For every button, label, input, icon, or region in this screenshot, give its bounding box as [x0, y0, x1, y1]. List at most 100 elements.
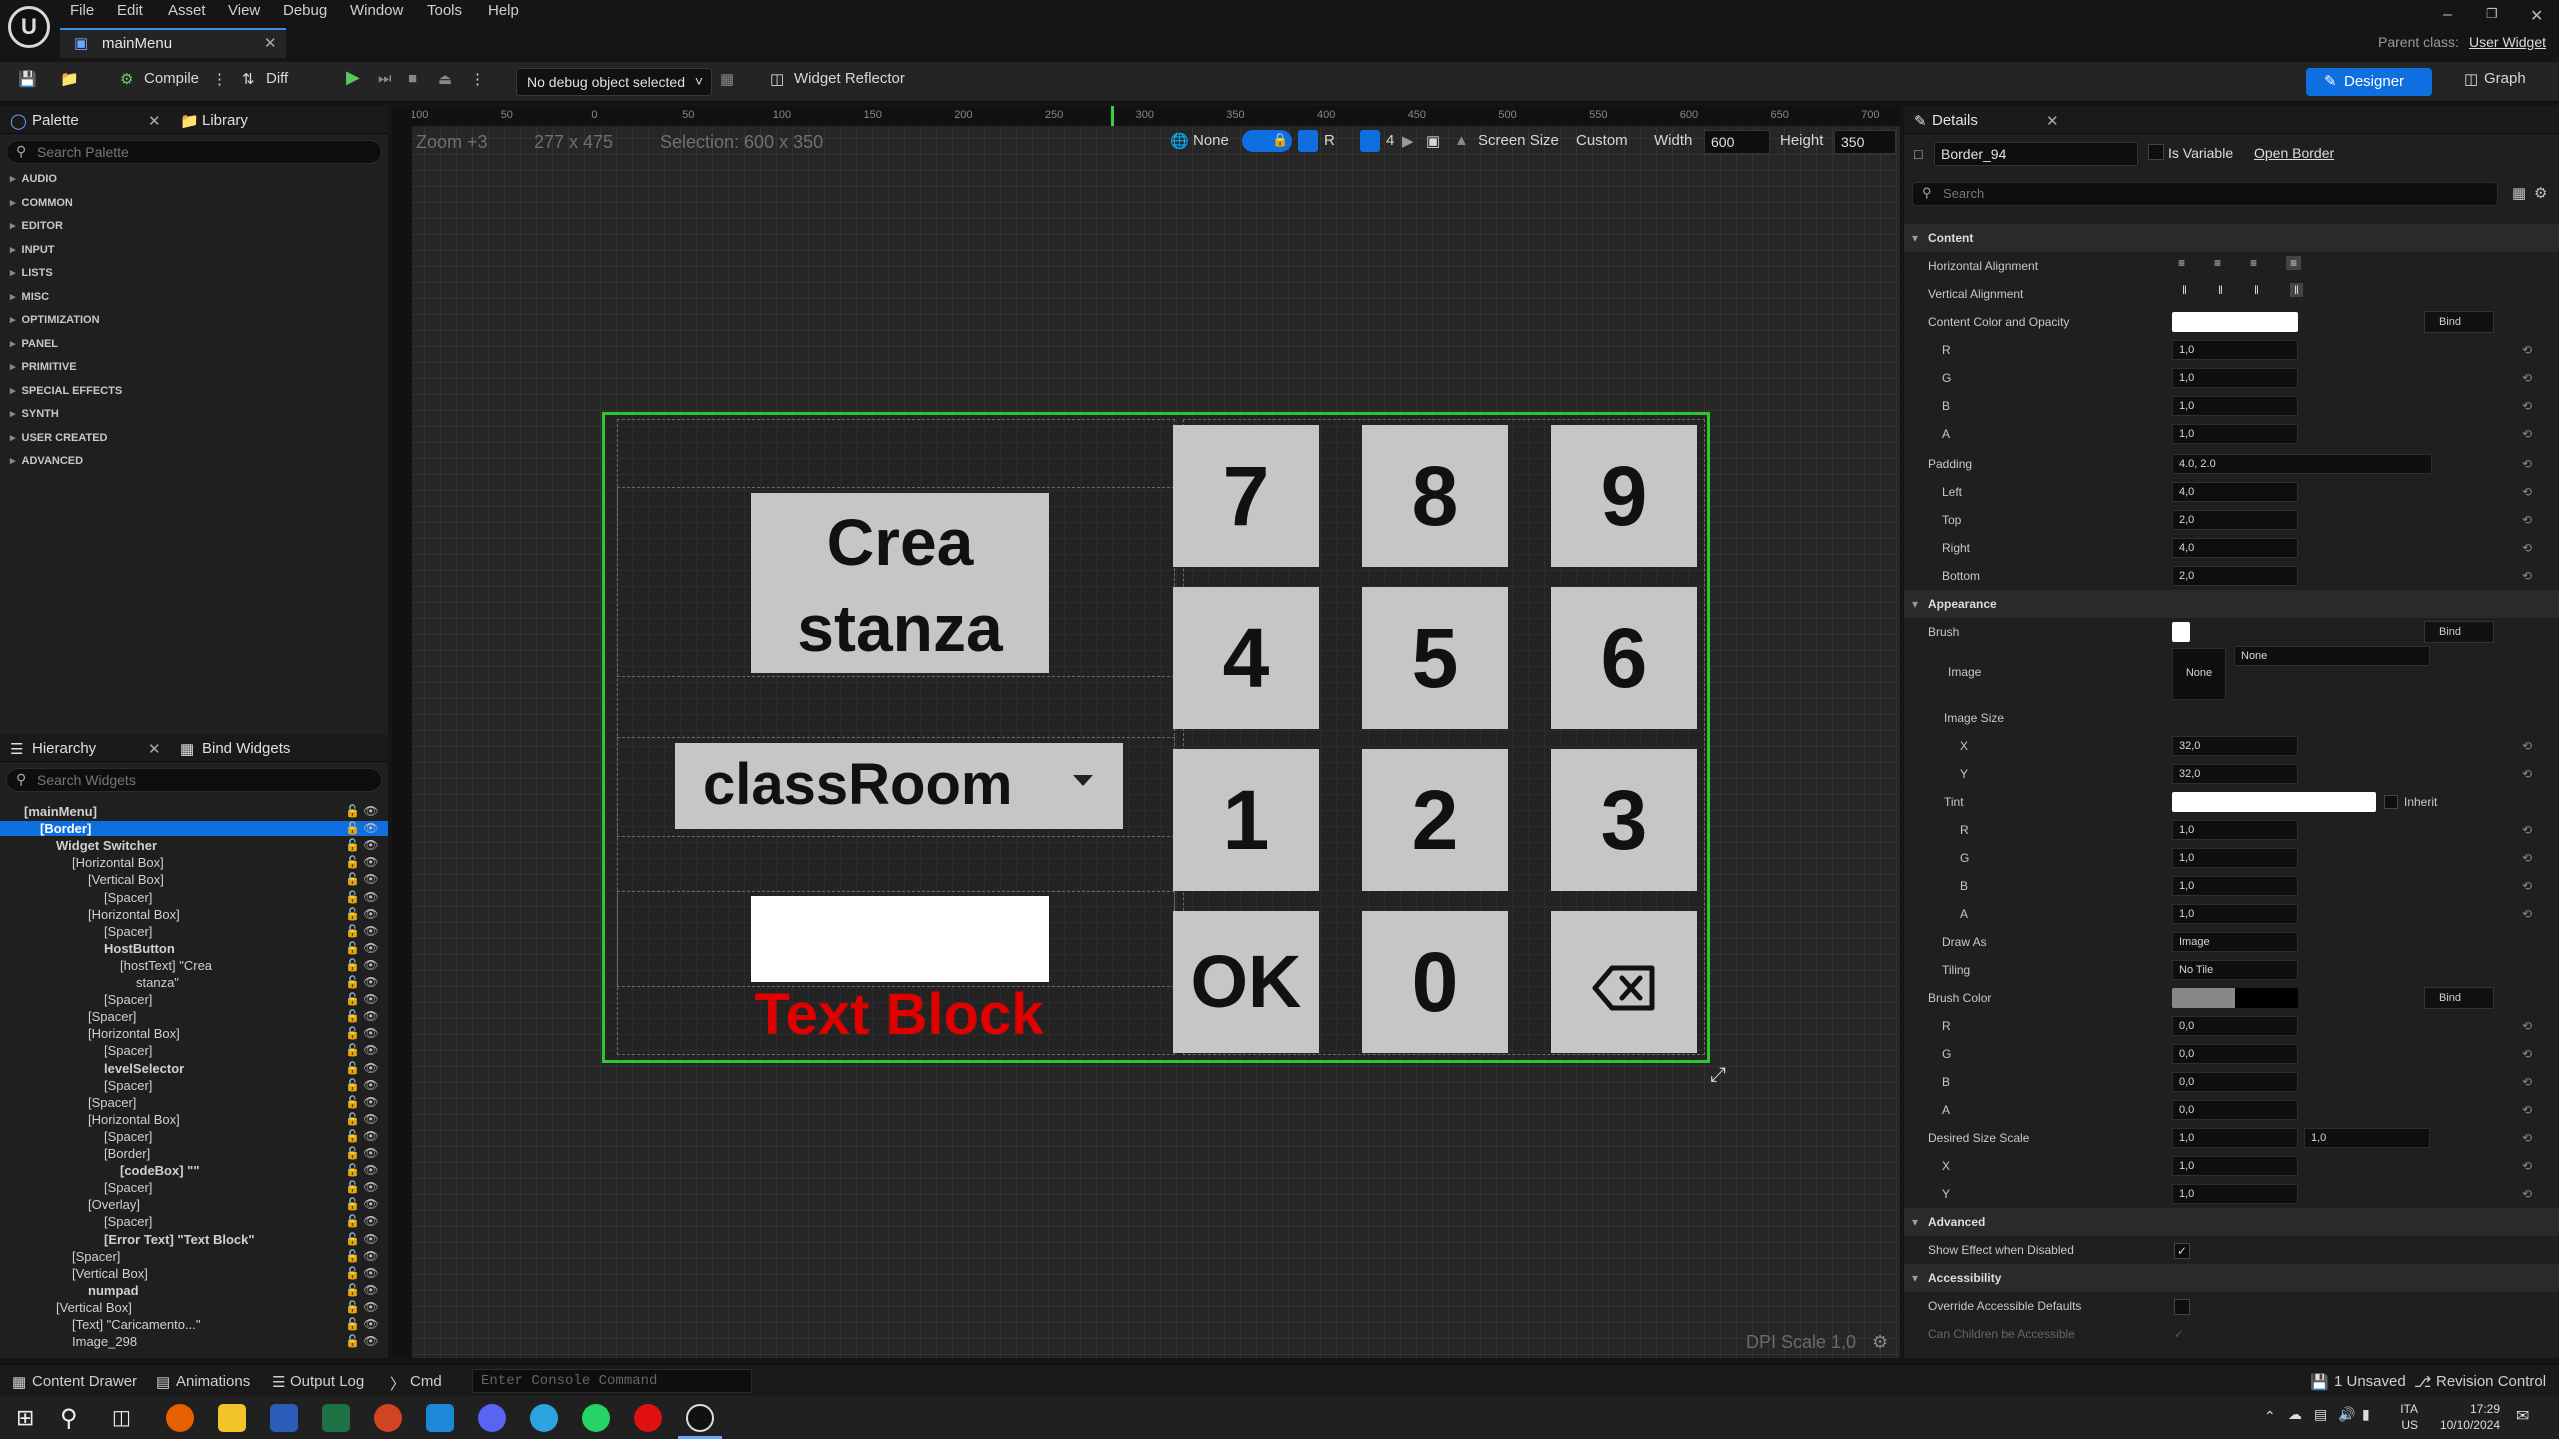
level-selector-combo[interactable]: classRoom: [675, 743, 1123, 829]
padding-top-input[interactable]: 2,0: [2172, 510, 2298, 530]
palette-category[interactable]: ▸ SYNTH: [10, 407, 59, 420]
palette-close-icon[interactable]: ✕: [148, 112, 161, 130]
numpad-key-3[interactable]: 3: [1551, 749, 1697, 891]
visibility-toggle-icon[interactable]: 🔓 👁: [345, 1043, 379, 1057]
cmd-dropdown[interactable]: Cmd: [410, 1373, 442, 1390]
clock-time[interactable]: 17:29: [2420, 1402, 2500, 1416]
numpad-key-6[interactable]: 6: [1551, 587, 1697, 729]
custom-dropdown[interactable]: Custom: [1576, 132, 1628, 149]
hierarchy-row[interactable]: numpad: [88, 1283, 139, 1298]
keyboard-layout[interactable]: US: [2388, 1418, 2418, 1432]
hierarchy-row[interactable]: HostButton: [104, 941, 175, 956]
discord-icon[interactable]: [478, 1404, 506, 1432]
save-icon[interactable]: 💾: [18, 70, 37, 88]
padding-bottom-input[interactable]: 2,0: [2172, 566, 2298, 586]
hierarchy-row[interactable]: [Spacer]: [104, 1129, 152, 1144]
visibility-toggle-icon[interactable]: 🔓 👁: [345, 1129, 379, 1143]
tiling-dropdown[interactable]: No Tile: [2172, 960, 2298, 980]
hierarchy-row[interactable]: [Spacer]: [104, 1214, 152, 1229]
hierarchy-close-icon[interactable]: ✕: [148, 740, 161, 758]
hierarchy-row[interactable]: [Spacer]: [104, 1078, 152, 1093]
visibility-toggle-icon[interactable]: 🔓 👁: [345, 1180, 379, 1194]
reset-arrow-icon[interactable]: ⟲: [2522, 767, 2532, 781]
hierarchy-row[interactable]: stanza": [136, 975, 179, 990]
padding-left-input[interactable]: 4,0: [2172, 482, 2298, 502]
image-thumbnail[interactable]: None: [2172, 648, 2226, 700]
visibility-toggle-icon[interactable]: 🔓 👁: [345, 1146, 379, 1160]
tint-a-input[interactable]: 1,0: [2172, 904, 2298, 924]
hierarchy-row[interactable]: [Spacer]: [104, 1180, 152, 1195]
parent-class-link[interactable]: User Widget: [2469, 34, 2546, 50]
align-left-icon[interactable]: ≡: [2178, 256, 2185, 270]
visibility-toggle-icon[interactable]: 🔓 👁: [345, 1061, 379, 1075]
hierarchy-row[interactable]: [Text] "Caricamento...": [72, 1317, 200, 1332]
visibility-toggle-icon[interactable]: 🔓 👁: [345, 1009, 379, 1023]
reset-arrow-icon[interactable]: ⟲: [2522, 851, 2532, 865]
menu-tools[interactable]: Tools: [427, 2, 462, 19]
numpad-key-ok[interactable]: OK: [1173, 911, 1319, 1053]
hierarchy-row[interactable]: levelSelector: [104, 1061, 184, 1076]
hierarchy-row[interactable]: [Spacer]: [88, 1095, 136, 1110]
clock-date[interactable]: 10/10/2024: [2420, 1418, 2500, 1432]
play-options-icon[interactable]: ⋮: [470, 70, 485, 88]
visibility-toggle-icon[interactable]: 🔓 👁: [345, 821, 379, 835]
content-color-swatch[interactable]: [2172, 312, 2298, 332]
brush-color-r-input[interactable]: 0,0: [2172, 1016, 2298, 1036]
desired-size-scale-y-summary[interactable]: 1,0: [2304, 1128, 2430, 1148]
palette-category[interactable]: ▸ EDITOR: [10, 219, 63, 232]
content-section[interactable]: ▾ Content: [1904, 224, 2559, 252]
content-color-b-input[interactable]: 1,0: [2172, 396, 2298, 416]
hierarchy-row[interactable]: [Spacer]: [88, 1009, 136, 1024]
visibility-toggle-icon[interactable]: 🔓 👁: [345, 1197, 379, 1211]
desired-size-scale-x-summary[interactable]: 1,0: [2172, 1128, 2298, 1148]
tint-g-input[interactable]: 1,0: [2172, 848, 2298, 868]
debug-filter-icon[interactable]: ▦: [720, 70, 734, 88]
visibility-toggle-icon[interactable]: 🔓 👁: [345, 975, 379, 989]
visibility-toggle-icon[interactable]: 🔓 👁: [345, 941, 379, 955]
draw-as-dropdown[interactable]: Image: [2172, 932, 2298, 952]
hierarchy-row[interactable]: [Horizontal Box]: [88, 1026, 180, 1041]
align-right-icon[interactable]: ≡: [2250, 256, 2257, 270]
compile-options-icon[interactable]: ⋮: [212, 70, 227, 88]
palette-category[interactable]: ▸ COMMON: [10, 196, 73, 209]
inherit-checkbox[interactable]: [2384, 795, 2398, 809]
numpad-key-9[interactable]: 9: [1551, 425, 1697, 567]
host-button[interactable]: Crea stanza: [751, 493, 1049, 673]
visibility-toggle-icon[interactable]: 🔓 👁: [345, 1026, 379, 1040]
hierarchy-row[interactable]: [Vertical Box]: [88, 872, 164, 887]
reset-arrow-icon[interactable]: ⟲: [2522, 399, 2532, 413]
hierarchy-row[interactable]: Widget Switcher: [56, 838, 157, 853]
menu-asset[interactable]: Asset: [168, 2, 206, 19]
valign-center-icon[interactable]: ‖: [2218, 283, 2223, 297]
desired-size-y-input[interactable]: 1,0: [2172, 1184, 2298, 1204]
debug-object-dropdown[interactable]: No debug object selected ˅: [516, 68, 712, 96]
visibility-toggle-icon[interactable]: 🔓 👁: [345, 907, 379, 921]
tray-overflow-icon[interactable]: ⌃: [2264, 1408, 2276, 1425]
palette-category[interactable]: ▸ AUDIO: [10, 172, 57, 185]
bind-dropdown[interactable]: Bind: [2424, 621, 2494, 643]
hierarchy-row[interactable]: [Spacer]: [104, 890, 152, 905]
hierarchy-row[interactable]: [mainMenu]: [24, 804, 97, 819]
palette-category[interactable]: ▸ ADVANCED: [10, 454, 83, 467]
hierarchy-row[interactable]: [Horizontal Box]: [72, 855, 164, 870]
vscode-icon[interactable]: [426, 1404, 454, 1432]
tab-mainmenu[interactable]: ▣ mainMenu ✕: [60, 28, 286, 58]
hierarchy-row[interactable]: [codeBox] "": [120, 1163, 200, 1178]
menu-debug[interactable]: Debug: [283, 2, 327, 19]
brush-color-swatch[interactable]: [2172, 988, 2298, 1008]
file-explorer-icon[interactable]: [218, 1404, 246, 1432]
visibility-toggle-icon[interactable]: 🔓 👁: [345, 1249, 379, 1263]
animations-button[interactable]: Animations: [176, 1373, 250, 1390]
image-size-y-input[interactable]: 32,0: [2172, 764, 2298, 784]
visibility-toggle-icon[interactable]: 🔓 👁: [345, 838, 379, 852]
reset-arrow-icon[interactable]: ⟲: [2522, 1103, 2532, 1117]
reset-arrow-icon[interactable]: ⟲: [2522, 907, 2532, 921]
telegram-icon[interactable]: [530, 1404, 558, 1432]
reset-arrow-icon[interactable]: ⟲: [2522, 879, 2532, 893]
numpad-key-8[interactable]: 8: [1362, 425, 1508, 567]
menu-window[interactable]: Window: [350, 2, 403, 19]
width-input[interactable]: 600: [1704, 130, 1770, 154]
brush-color-g-input[interactable]: 0,0: [2172, 1044, 2298, 1064]
task-view-icon[interactable]: ◫: [112, 1405, 131, 1430]
output-log-button[interactable]: Output Log: [290, 1373, 364, 1390]
